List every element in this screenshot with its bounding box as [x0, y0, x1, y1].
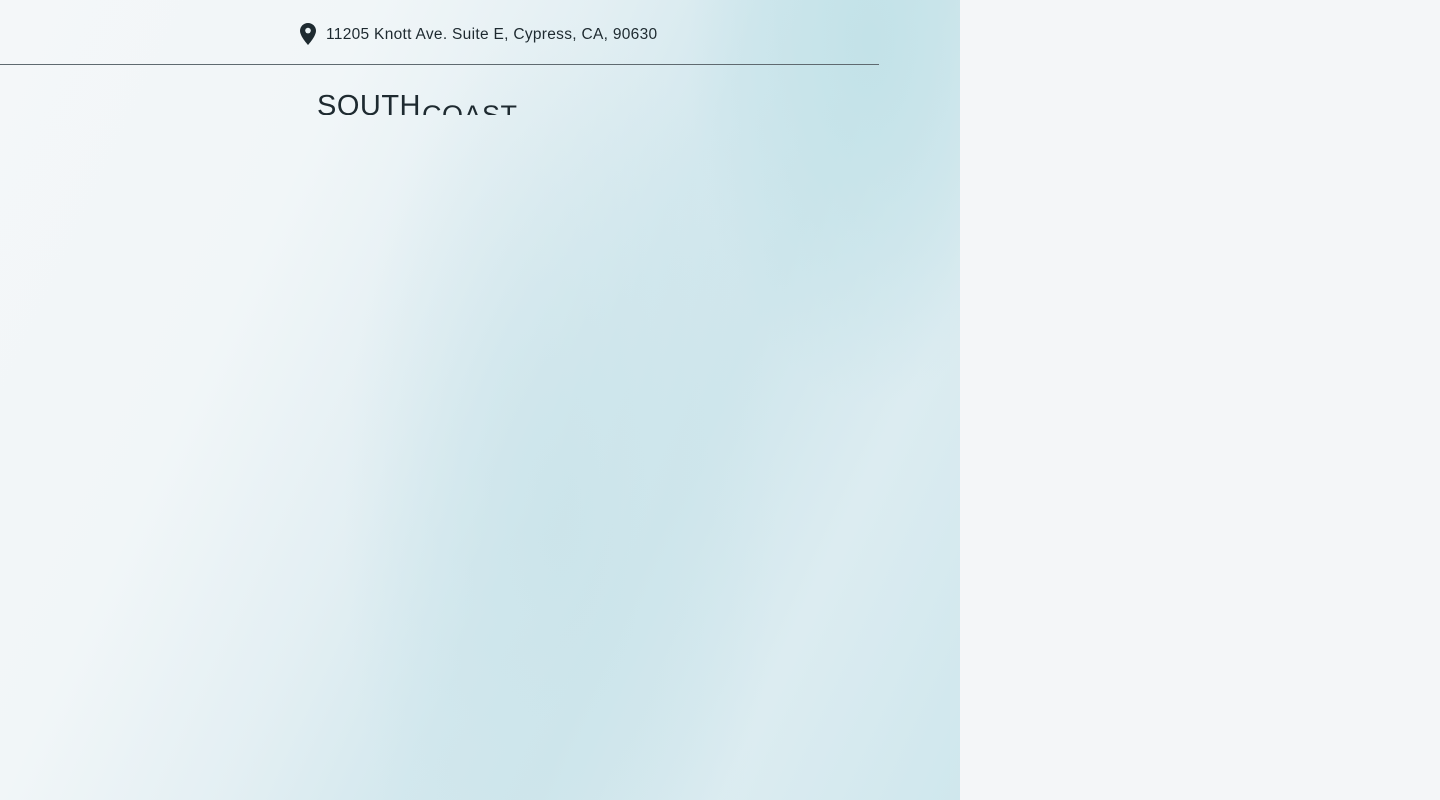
address-text: 11205 Knott Ave. Suite E, Cypress, CA, 9… — [326, 26, 658, 43]
map-pin-icon — [300, 23, 316, 45]
page: 11205 Knott Ave. Suite E, Cypress, CA, 9… — [0, 0, 1440, 800]
site-logo[interactable]: SOUTH COAST — [316, 86, 536, 115]
address-link[interactable]: 11205 Knott Ave. Suite E, Cypress, CA, 9… — [300, 22, 657, 48]
header-divider — [0, 64, 879, 65]
side-panel — [960, 0, 1440, 800]
logo-word-coast: COAST — [422, 100, 518, 115]
logo-word-south: SOUTH — [317, 90, 421, 115]
hero-section: 11205 Knott Ave. Suite E, Cypress, CA, 9… — [0, 0, 960, 800]
